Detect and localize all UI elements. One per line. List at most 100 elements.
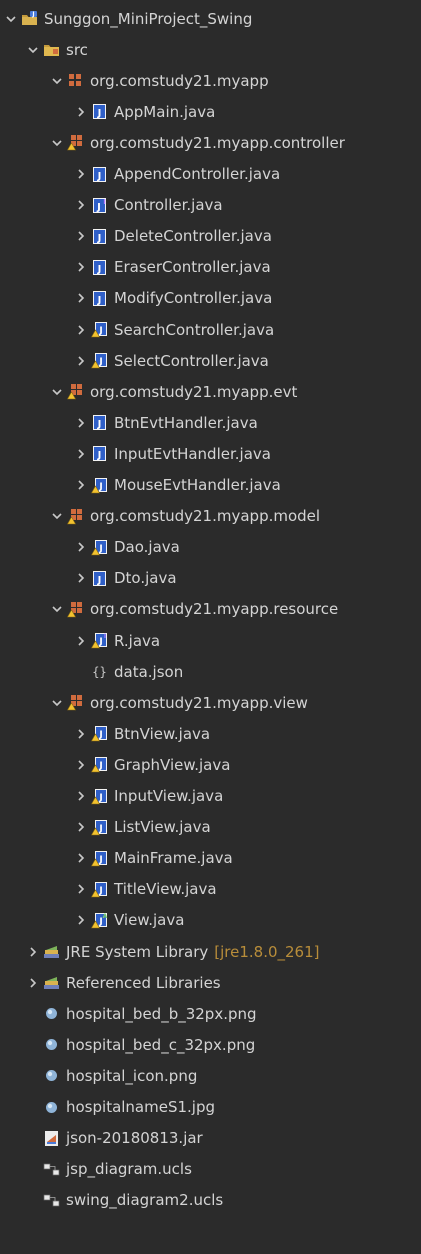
tree-item-label: Controller.java — [114, 196, 223, 215]
tree-item[interactable]: swing_diagram2.ucls — [0, 1185, 421, 1216]
chevron-right-icon[interactable] — [27, 936, 39, 967]
java-file-warning-icon: J — [91, 539, 108, 556]
tree-item[interactable]: hospital_icon.png — [0, 1060, 421, 1091]
chevron-right-icon[interactable] — [75, 532, 87, 563]
chevron-right-icon[interactable] — [75, 190, 87, 221]
chevron-right-icon[interactable] — [75, 625, 87, 656]
chevron-right-icon[interactable] — [27, 967, 39, 998]
java-file-warning-icon: J — [91, 725, 108, 742]
tree-item-label: hospital_bed_b_32px.png — [66, 1004, 257, 1023]
chevron-right-icon[interactable] — [75, 221, 87, 252]
package-explorer-tree: J Sunggon_MiniProject_Swing src org.comstud… — [0, 0, 421, 1254]
chevron-right-icon[interactable] — [75, 159, 87, 190]
svg-text:J: J — [97, 264, 102, 275]
tree-item[interactable]: J EraserController.java — [0, 252, 421, 283]
tree-item[interactable]: J Dao.java — [0, 532, 421, 563]
tree-item[interactable]: J A View.java — [0, 905, 421, 936]
tree-item[interactable]: J BtnView.java — [0, 718, 421, 749]
tree-item[interactable]: J MainFrame.java — [0, 843, 421, 874]
package-warning-icon — [67, 134, 84, 151]
svg-text:J: J — [98, 637, 102, 647]
chevron-down-icon[interactable] — [27, 34, 39, 65]
tree-item[interactable]: J Sunggon_MiniProject_Swing — [0, 3, 421, 34]
tree-item-label: R.java — [114, 631, 161, 650]
chevron-down-icon[interactable] — [51, 376, 63, 407]
chevron-right-icon[interactable] — [75, 781, 87, 812]
tree-item-label: org.comstudy21.myapp.resource — [90, 600, 339, 619]
tree-item[interactable]: J AppendController.java — [0, 159, 421, 190]
chevron-right-icon[interactable] — [75, 283, 87, 314]
tree-item[interactable]: jsp_diagram.ucls — [0, 1154, 421, 1185]
tree-item[interactable]: org.comstudy21.myapp.evt — [0, 376, 421, 407]
chevron-right-icon[interactable] — [75, 749, 87, 780]
tree-item[interactable]: hospitalnameS1.jpg — [0, 1092, 421, 1123]
tree-item[interactable]: src — [0, 34, 421, 65]
chevron-down-icon[interactable] — [51, 65, 63, 96]
chevron-right-icon[interactable] — [75, 563, 87, 594]
tree-item[interactable]: J I Controller.java — [0, 190, 421, 221]
java-interface-icon: JI — [91, 197, 108, 214]
tree-item[interactable]: org.comstudy21.myapp.resource — [0, 594, 421, 625]
chevron-down-icon[interactable] — [51, 127, 63, 158]
tree-item[interactable]: J SearchController.java — [0, 314, 421, 345]
tree-item[interactable]: org.comstudy21.myapp.controller — [0, 127, 421, 158]
java-abstract-warning-icon: JA — [91, 912, 108, 929]
package-warning-icon — [67, 601, 84, 618]
chevron-right-icon[interactable] — [75, 812, 87, 843]
tree-item-label: swing_diagram2.ucls — [66, 1191, 224, 1210]
tree-item[interactable]: J InputView.java — [0, 781, 421, 812]
chevron-right-icon[interactable] — [75, 718, 87, 749]
tree-item-label: InputEvtHandler.java — [114, 444, 271, 463]
tree-item[interactable]: J InputEvtHandler.java — [0, 438, 421, 469]
uml-diagram-icon — [43, 1192, 60, 1209]
chevron-right-icon[interactable] — [75, 470, 87, 501]
tree-item[interactable]: org.comstudy21.myapp.view — [0, 687, 421, 718]
tree-item-label: org.comstudy21.myapp — [90, 71, 269, 90]
svg-text:J: J — [97, 450, 102, 461]
chevron-right-icon[interactable] — [75, 252, 87, 283]
chevron-right-icon[interactable] — [75, 96, 87, 127]
tree-item[interactable]: J I R.java — [0, 625, 421, 656]
svg-text:J: J — [96, 202, 101, 213]
tree-item[interactable]: json-20180813.jar — [0, 1123, 421, 1154]
tree-item[interactable]: J Dto.java — [0, 563, 421, 594]
json-file-icon: {} — [91, 663, 108, 680]
chevron-down-icon[interactable] — [51, 594, 63, 625]
tree-item[interactable]: J BtnEvtHandler.java — [0, 407, 421, 438]
tree-item[interactable]: J GraphView.java — [0, 749, 421, 780]
tree-item-label: SearchController.java — [114, 320, 275, 339]
chevron-down-icon[interactable] — [51, 501, 63, 532]
chevron-right-icon[interactable] — [75, 407, 87, 438]
tree-item-label: BtnEvtHandler.java — [114, 413, 258, 432]
tree-item[interactable]: JRE System Library [jre1.8.0_261] — [0, 936, 421, 967]
tree-item[interactable]: J MouseEvtHandler.java — [0, 470, 421, 501]
chevron-right-icon[interactable] — [75, 345, 87, 376]
chevron-right-icon[interactable] — [75, 438, 87, 469]
chevron-down-icon[interactable] — [5, 3, 17, 34]
tree-item[interactable]: J AppMain.java — [0, 96, 421, 127]
svg-text:J: J — [98, 544, 102, 554]
tree-item[interactable]: J DeleteController.java — [0, 221, 421, 252]
java-file-icon: J — [91, 228, 108, 245]
tree-item[interactable]: hospital_bed_b_32px.png — [0, 998, 421, 1029]
chevron-right-icon[interactable] — [75, 843, 87, 874]
tree-item[interactable]: hospital_bed_c_32px.png — [0, 1029, 421, 1060]
java-interface-warning-icon: JI — [91, 632, 108, 649]
tree-item[interactable]: Referenced Libraries — [0, 967, 421, 998]
chevron-right-icon[interactable] — [75, 905, 87, 936]
svg-text:I: I — [104, 633, 106, 640]
tree-item[interactable]: org.comstudy21.myapp — [0, 65, 421, 96]
tree-item[interactable]: org.comstudy21.myapp.model — [0, 501, 421, 532]
chevron-right-icon[interactable] — [75, 874, 87, 905]
tree-item[interactable]: {} data.json — [0, 656, 421, 687]
chevron-right-icon[interactable] — [75, 314, 87, 345]
java-file-warning-icon: J — [91, 756, 108, 773]
java-file-icon: J — [91, 166, 108, 183]
tree-item[interactable]: J ListView.java — [0, 812, 421, 843]
tree-item[interactable]: J ModifyController.java — [0, 283, 421, 314]
tree-item-label: org.comstudy21.myapp.model — [90, 507, 321, 526]
tree-item[interactable]: J TitleView.java — [0, 874, 421, 905]
svg-text:J: J — [97, 233, 102, 244]
tree-item[interactable]: J SelectController.java — [0, 345, 421, 376]
chevron-down-icon[interactable] — [51, 687, 63, 718]
